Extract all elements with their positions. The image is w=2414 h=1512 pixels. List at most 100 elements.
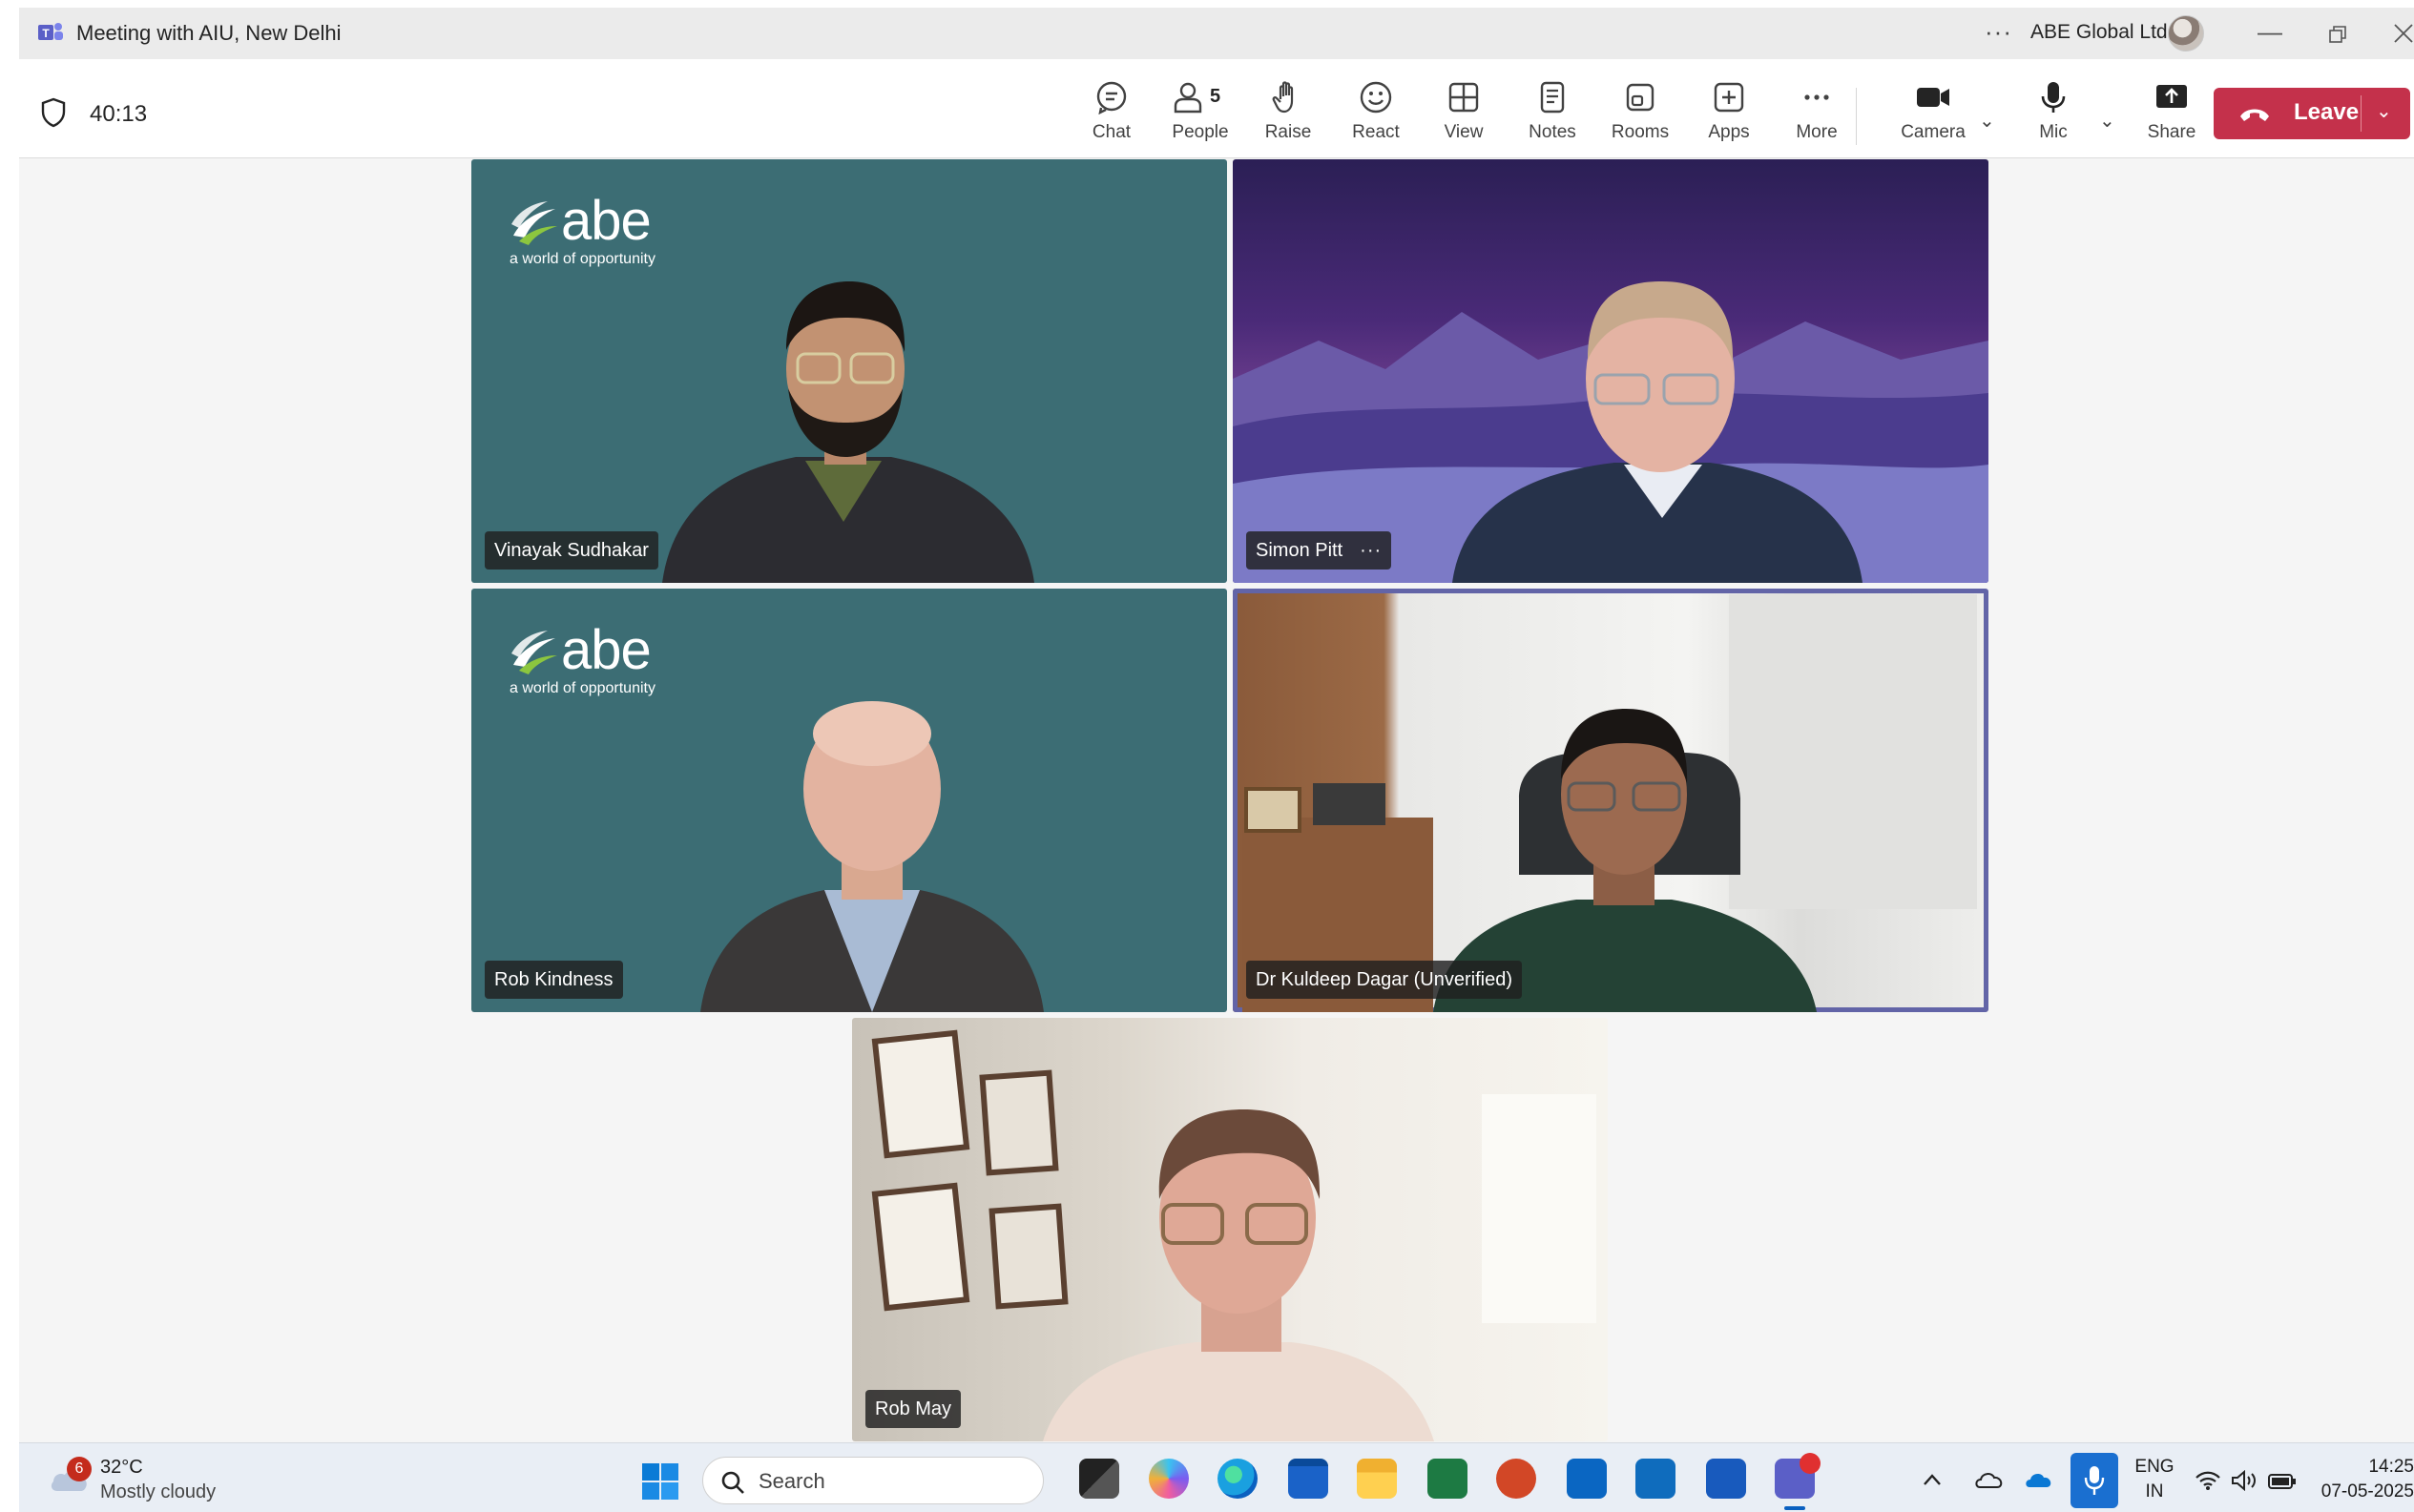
leave-label: Leave	[2294, 99, 2360, 125]
teams-logo-icon: T	[38, 23, 63, 40]
rooms-button[interactable]: Rooms	[1596, 80, 1684, 151]
battery-icon[interactable]	[2267, 1470, 2298, 1491]
participant-name: Vinayak Sudhakar	[494, 540, 649, 561]
powerpoint-icon[interactable]	[1496, 1459, 1536, 1499]
participant-video	[1242, 594, 1977, 1012]
view-button[interactable]: View	[1420, 80, 1508, 151]
people-button[interactable]: 5 People	[1156, 80, 1244, 151]
participant-video	[662, 281, 1034, 583]
chat-label: Chat	[1092, 122, 1132, 142]
windows-taskbar: 6 32°C Mostly cloudy Search ENG IN 14:25…	[19, 1442, 2414, 1512]
clock-time[interactable]: 14:25	[2319, 1457, 2414, 1478]
weather-temperature[interactable]: 32°C	[100, 1457, 143, 1479]
participant-more-button[interactable]: ···	[1360, 540, 1382, 561]
raise-label: Raise	[1264, 122, 1312, 142]
title-more-button[interactable]: ···	[1985, 17, 2012, 47]
video-tile[interactable]: abe a world of opportunity Rob Kindness	[471, 589, 1227, 1012]
edge-icon[interactable]	[1217, 1459, 1258, 1499]
mic-label: Mic	[2039, 122, 2068, 142]
rooms-icon	[1626, 83, 1654, 112]
copilot-icon[interactable]	[1149, 1459, 1189, 1499]
onedrive-business-icon[interactable]	[2023, 1468, 2055, 1491]
account-avatar[interactable]	[2168, 15, 2204, 52]
weather-description[interactable]: Mostly cloudy	[100, 1481, 216, 1503]
camera-label: Camera	[1901, 122, 1966, 142]
window-title: Meeting with AIU, New Delhi	[76, 21, 342, 45]
chevron-up-icon[interactable]	[1922, 1472, 1943, 1487]
participant-name-tag: Simon Pitt ···	[1246, 531, 1392, 570]
teams-icon[interactable]	[1775, 1453, 1821, 1510]
notes-icon	[1540, 81, 1565, 114]
clock-date[interactable]: 07-05-2025	[2301, 1481, 2414, 1502]
wifi-icon[interactable]	[2195, 1470, 2221, 1491]
smiley-icon	[1360, 81, 1392, 114]
microphone-in-use-indicator[interactable]	[2071, 1453, 2118, 1508]
video-tile[interactable]: Rob May	[852, 1018, 1608, 1441]
store-icon[interactable]	[1288, 1459, 1328, 1499]
rooms-label: Rooms	[1611, 122, 1670, 142]
mic-options-chevron-icon[interactable]: ⌄	[2099, 109, 2115, 133]
notes-button[interactable]: Notes	[1509, 80, 1596, 151]
svg-text:T: T	[42, 27, 50, 40]
apps-button[interactable]: Apps	[1685, 80, 1773, 151]
grid-view-icon	[1448, 82, 1479, 113]
react-button[interactable]: React	[1332, 80, 1420, 151]
close-icon[interactable]	[2393, 23, 2414, 44]
leave-button[interactable]: Leave ⌄	[2214, 88, 2410, 139]
camera-options-chevron-icon[interactable]: ⌄	[1979, 109, 1995, 133]
linkedin-icon[interactable]	[1567, 1459, 1607, 1499]
abe-tagline: a world of opportunity	[510, 680, 656, 696]
leave-options-chevron-icon[interactable]: ⌄	[2376, 99, 2392, 123]
restore-icon[interactable]	[2328, 25, 2347, 44]
search-icon	[721, 1471, 744, 1494]
more-dots-icon	[1804, 94, 1829, 100]
microphone-icon	[2084, 1466, 2105, 1495]
title-bar: T Meeting with AIU, New Delhi ··· ABE Gl…	[19, 8, 2414, 59]
teams-window: T Meeting with AIU, New Delhi ··· ABE Gl…	[19, 8, 2414, 1512]
video-tile[interactable]: Dr Kuldeep Dagar (Unverified)	[1233, 589, 1988, 1012]
more-button[interactable]: More	[1773, 80, 1861, 151]
people-count: 5	[1210, 86, 1221, 107]
volume-icon[interactable]	[2231, 1470, 2259, 1491]
video-camera-icon	[1917, 88, 1949, 107]
participant-video	[700, 701, 1044, 1012]
participant-name: Dr Kuldeep Dagar (Unverified)	[1256, 969, 1513, 990]
camera-button[interactable]: Camera	[1889, 80, 1977, 151]
search-placeholder: Search	[759, 1469, 825, 1493]
chat-icon	[1096, 81, 1127, 114]
more-label: More	[1796, 122, 1838, 142]
minimize-icon[interactable]: —	[2258, 17, 2282, 47]
raise-hand-button[interactable]: Raise	[1244, 80, 1332, 151]
apps-label: Apps	[1708, 122, 1750, 142]
task-view-icon[interactable]	[1079, 1459, 1119, 1499]
people-label: People	[1172, 122, 1229, 142]
people-icon	[1174, 82, 1202, 114]
meeting-timer: 40:13	[90, 101, 148, 127]
abe-leaf-icon	[511, 201, 557, 245]
onedrive-personal-icon[interactable]	[1973, 1468, 2006, 1491]
participant-video	[871, 1029, 1596, 1441]
chat-button[interactable]: Chat	[1068, 80, 1155, 151]
participant-name: Simon Pitt	[1256, 540, 1343, 561]
file-explorer-icon[interactable]	[1357, 1459, 1397, 1499]
react-label: React	[1352, 122, 1400, 142]
outlook-icon[interactable]	[1635, 1459, 1675, 1499]
excel-icon[interactable]	[1427, 1459, 1467, 1499]
shield-icon[interactable]	[40, 97, 67, 128]
participant-video	[1233, 281, 1988, 583]
participant-name-tag: Dr Kuldeep Dagar (Unverified)	[1246, 961, 1523, 999]
mic-button[interactable]: Mic	[2009, 80, 2097, 151]
region-code[interactable]: IN	[2133, 1481, 2175, 1502]
taskbar-search-box[interactable]: Search	[702, 1457, 1044, 1504]
video-tile[interactable]: abe a world of opportunity Vinayak Sudha…	[471, 159, 1227, 583]
share-button[interactable]: Share	[2128, 80, 2216, 151]
leave-separator	[2361, 95, 2362, 132]
video-tile[interactable]: Simon Pitt ···	[1233, 159, 1988, 583]
language-code[interactable]: ENG	[2133, 1457, 2175, 1478]
organization-name[interactable]: ABE Global Ltd	[2030, 21, 2168, 44]
word-icon[interactable]	[1706, 1459, 1746, 1499]
participant-name-tag: Rob May	[865, 1390, 962, 1428]
participant-name: Rob Kindness	[494, 969, 614, 990]
weather-alert-badge: 6	[67, 1457, 92, 1481]
start-icon[interactable]	[641, 1462, 679, 1501]
